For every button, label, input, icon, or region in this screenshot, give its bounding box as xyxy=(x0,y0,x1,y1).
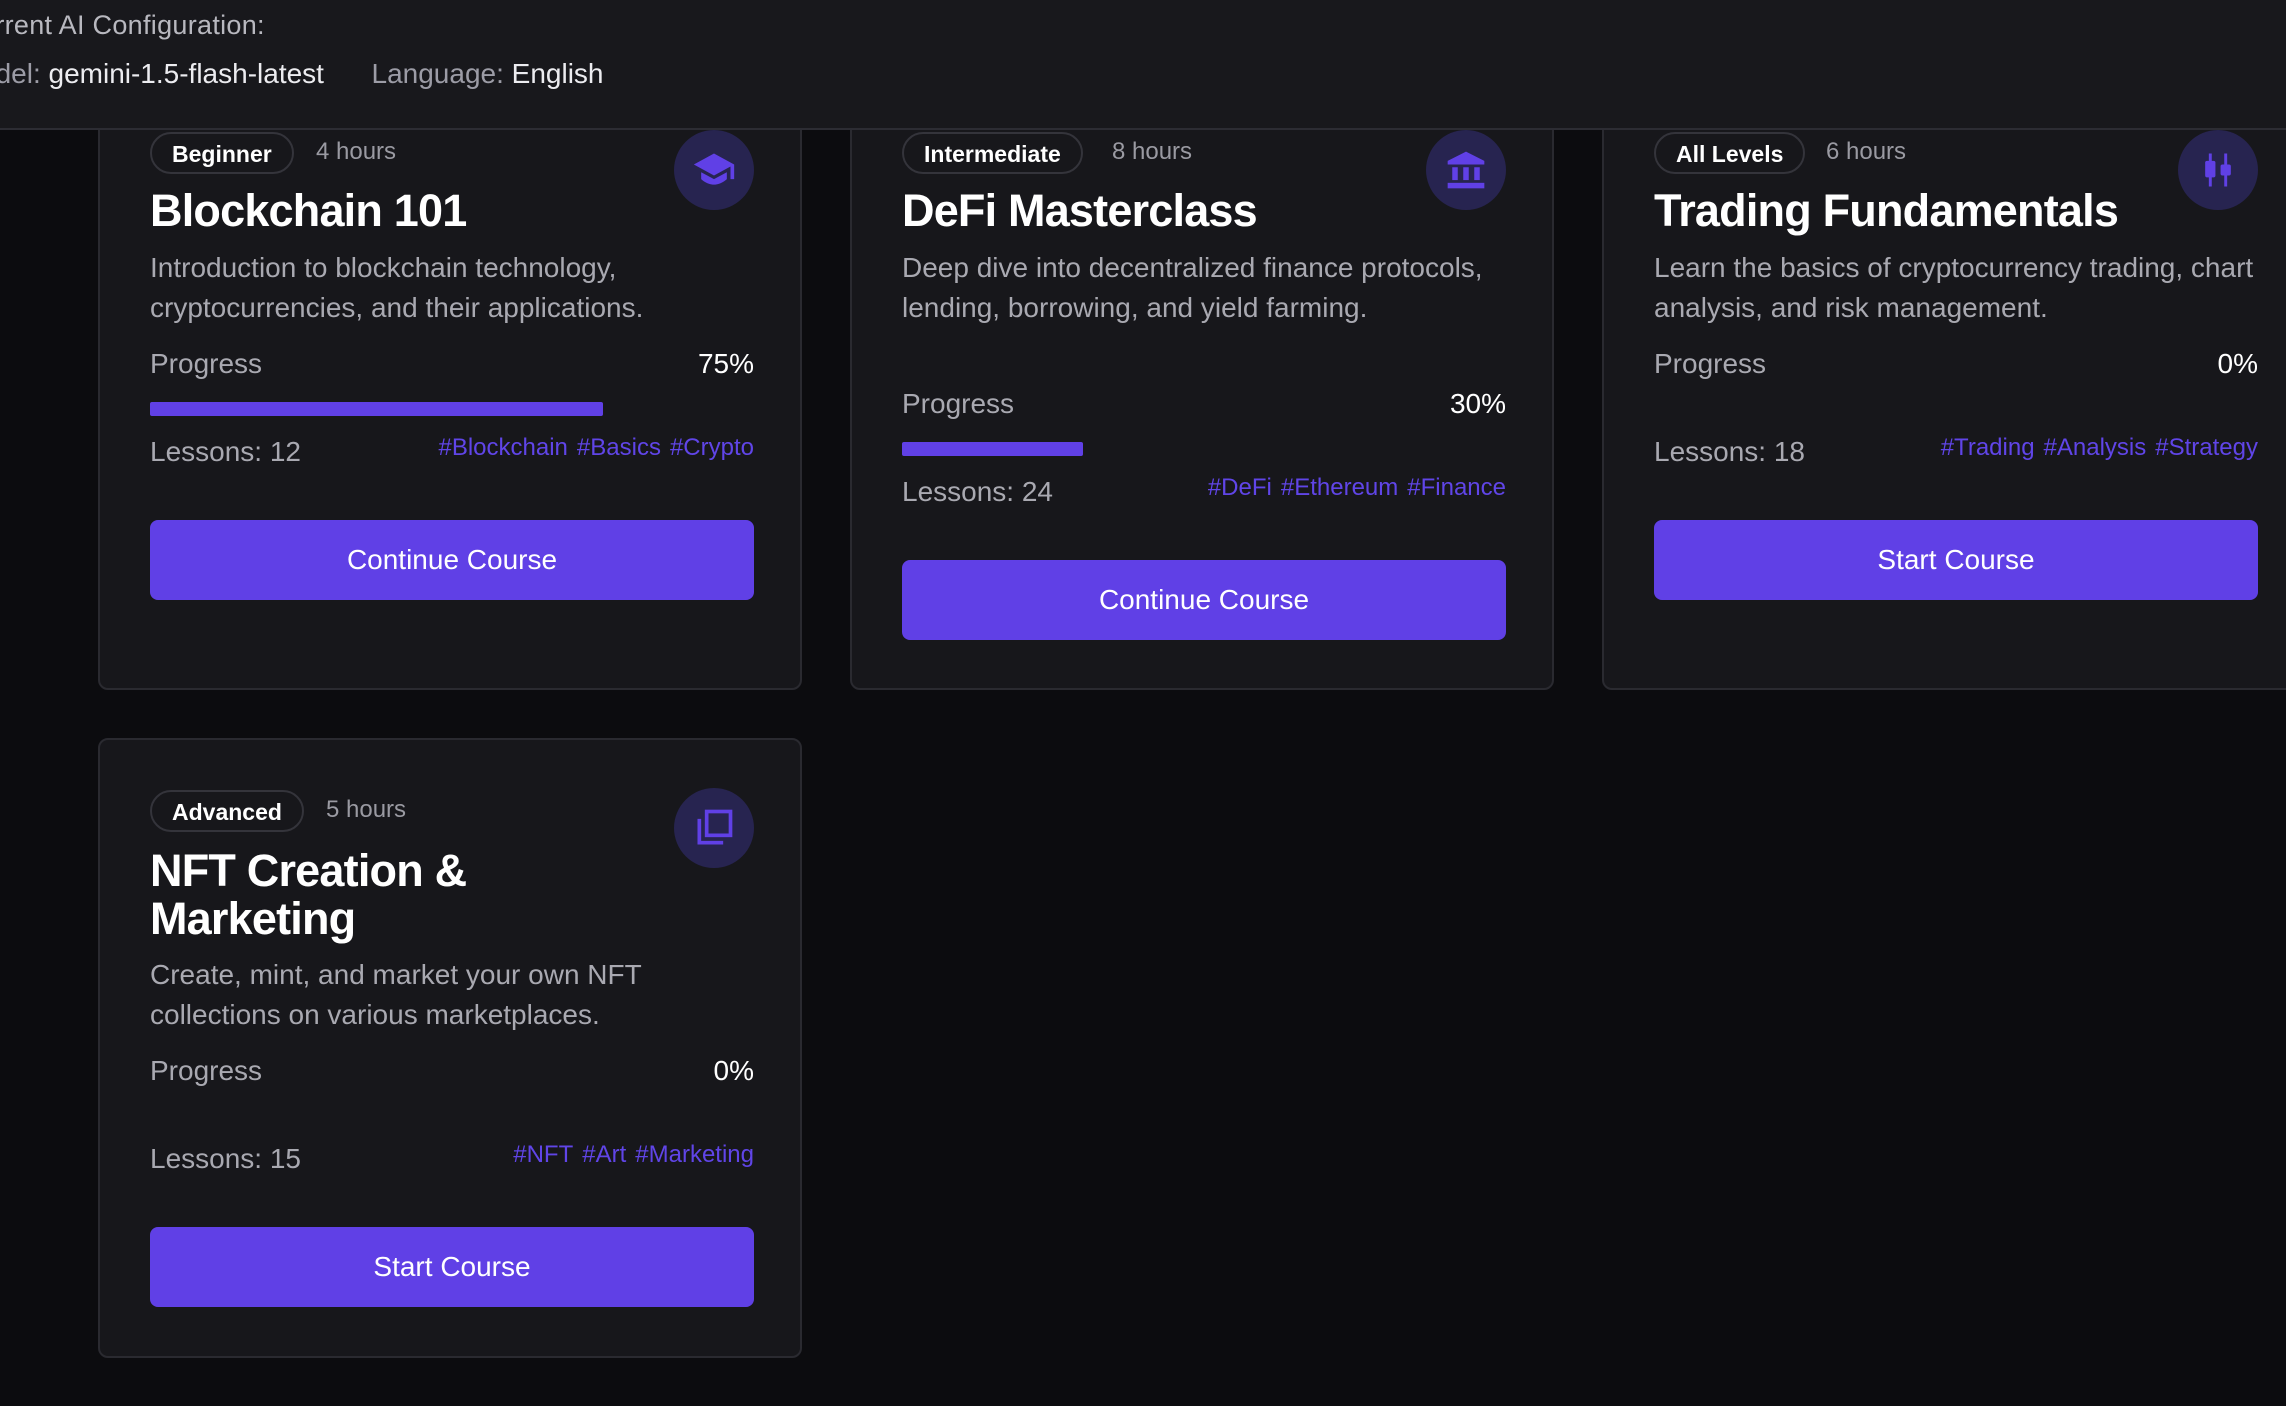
course-description: Introduction to blockchain technology, c… xyxy=(150,252,644,323)
tag-list: #DeFi #Ethereum #Finance xyxy=(1106,474,1506,502)
start-course-button[interactable]: Start Course xyxy=(150,1227,754,1307)
lessons-count: Lessons: 12 xyxy=(150,436,301,467)
progress-label: Progress xyxy=(1654,348,1767,379)
model-label: odel: xyxy=(0,58,41,89)
course-card-nft-creation: Advanced 5 hours NFT Creation & Marketin… xyxy=(98,738,802,1358)
course-description: Deep dive into decentralized finance pro… xyxy=(902,252,1483,323)
ai-config-bar: urrent AI Configuration: odel: gemini-1.… xyxy=(0,0,2286,130)
course-title: Trading Fundamentals xyxy=(1654,185,2119,236)
tag[interactable]: #Finance xyxy=(1407,474,1506,501)
course-card-trading-fundamentals: All Levels 6 hours Trading Fundamentals … xyxy=(1602,100,2286,690)
lessons-count: Lessons: 15 xyxy=(150,1143,301,1174)
course-duration: 8 hours xyxy=(1112,138,1193,165)
progress-fill xyxy=(150,402,603,416)
progress-label: Progress xyxy=(902,388,1015,419)
level-badge: All Levels xyxy=(1654,132,1806,174)
tag-list: #Trading #Analysis #Strategy xyxy=(1858,434,2258,462)
course-description: Create, mint, and market your own NFT co… xyxy=(150,959,642,1030)
course-description: Learn the basics of cryptocurrency tradi… xyxy=(1654,252,2254,323)
tag[interactable]: #DeFi xyxy=(1208,474,1272,501)
ai-config-title: urrent AI Configuration: xyxy=(0,10,265,40)
level-badge: Advanced xyxy=(150,790,304,832)
course-duration: 6 hours xyxy=(1826,138,1907,165)
tag-list: #Blockchain #Basics #Crypto xyxy=(354,434,754,462)
level-badge: Beginner xyxy=(150,132,294,174)
course-card-blockchain-101: Beginner 4 hours Blockchain 101 Introduc… xyxy=(98,100,802,690)
course-card-defi-masterclass: Intermediate 8 hours DeFi Masterclass De… xyxy=(850,100,1554,690)
lessons-count: Lessons: 18 xyxy=(1654,436,1805,467)
tag[interactable]: #Analysis xyxy=(2044,434,2147,461)
progress-bar xyxy=(150,1109,754,1123)
progress-bar xyxy=(902,442,1506,456)
course-title: Blockchain 101 xyxy=(150,185,467,236)
continue-course-button[interactable]: Continue Course xyxy=(150,520,754,600)
continue-course-button[interactable]: Continue Course xyxy=(902,560,1506,640)
progress-label: Progress xyxy=(150,348,263,379)
tag[interactable]: #NFT xyxy=(513,1141,573,1168)
layers-square-icon xyxy=(674,788,754,868)
tag[interactable]: #Ethereum xyxy=(1281,474,1398,501)
course-title: DeFi Masterclass xyxy=(902,185,1258,236)
tag[interactable]: #Basics xyxy=(577,434,661,461)
progress-percent: 0% xyxy=(2217,348,2258,379)
tag[interactable]: #Art xyxy=(582,1141,626,1168)
progress-percent: 75% xyxy=(697,348,754,379)
start-course-button[interactable]: Start Course xyxy=(1654,520,2258,600)
tag[interactable]: #Crypto xyxy=(670,434,754,461)
ai-config-row: odel: gemini-1.5-flash-latest Language: … xyxy=(0,58,604,90)
level-badge: Intermediate xyxy=(902,132,1083,174)
language-label: Language: xyxy=(371,58,504,89)
progress-bar xyxy=(150,402,754,416)
progress-bar xyxy=(1654,402,2258,416)
language-value: English xyxy=(511,58,604,89)
model-value: gemini-1.5-flash-latest xyxy=(48,58,324,89)
tag[interactable]: #Blockchain xyxy=(438,434,567,461)
progress-percent: 0% xyxy=(713,1055,754,1086)
course-duration: 4 hours xyxy=(316,138,397,165)
progress-label: Progress xyxy=(150,1055,263,1086)
progress-fill xyxy=(902,442,1084,456)
tag-list: #NFT #Art #Marketing xyxy=(354,1141,754,1169)
tag[interactable]: #Strategy xyxy=(2155,434,2258,461)
tag[interactable]: #Marketing xyxy=(635,1141,754,1168)
course-title: NFT Creation & Marketing xyxy=(150,845,467,944)
lessons-count: Lessons: 24 xyxy=(902,476,1053,507)
progress-percent: 30% xyxy=(1449,388,1506,419)
tag[interactable]: #Trading xyxy=(1941,434,2035,461)
course-duration: 5 hours xyxy=(326,796,407,823)
